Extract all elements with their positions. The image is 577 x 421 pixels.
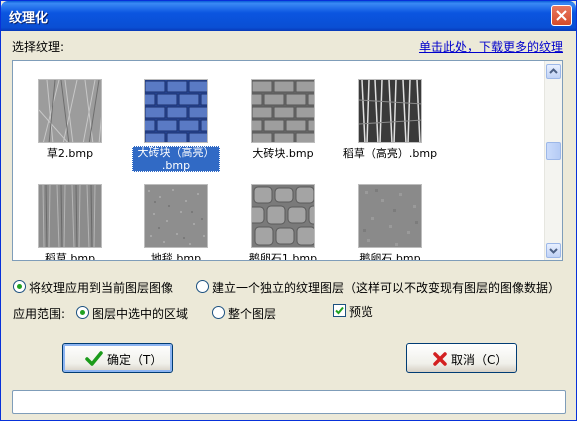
texture-thumb-straw[interactable] xyxy=(38,184,102,248)
preview-label[interactable]: 预览 xyxy=(349,303,373,320)
apply-current-label[interactable]: 将纹理应用到当前图层图像 xyxy=(29,279,173,296)
texture-thumb-carpet[interactable] xyxy=(144,184,208,248)
arrow-down-icon xyxy=(549,248,558,254)
close-button[interactable] xyxy=(551,5,572,26)
texture-caption[interactable]: 稻草（高亮）.bmp xyxy=(335,147,445,160)
texture-caption[interactable]: 地毯.bmp xyxy=(121,252,231,260)
texture-thumb-big-brick[interactable] xyxy=(251,79,315,143)
status-bar xyxy=(12,390,566,414)
texture-caption[interactable]: 稻草.bmp xyxy=(15,252,125,260)
range-whole-label[interactable]: 整个图层 xyxy=(228,305,276,322)
scroll-down-button[interactable] xyxy=(546,243,561,258)
range-selection-label[interactable]: 图层中选中的区域 xyxy=(92,305,188,322)
download-more-link[interactable]: 单击此处，下载更多的纹理 xyxy=(419,38,563,55)
select-texture-label: 选择纹理: xyxy=(12,40,65,54)
range-selection-radio[interactable] xyxy=(76,306,89,319)
texturize-dialog: 纹理化 选择纹理: 单击此处，下载更多的纹理 草2.bmp 大砖块（高亮） .b… xyxy=(0,0,577,421)
texture-thumb-cobblestone1[interactable] xyxy=(251,184,315,248)
preview-checkbox[interactable] xyxy=(333,304,346,317)
close-icon xyxy=(556,10,567,21)
texture-caption-selected[interactable]: 大砖块（高亮） .bmp xyxy=(132,146,220,172)
gallery-scrollbar[interactable] xyxy=(544,61,562,260)
texture-thumb-big-brick-highlight[interactable] xyxy=(144,79,208,143)
green-check-icon xyxy=(85,351,103,366)
range-whole-radio[interactable] xyxy=(212,306,225,319)
texture-caption[interactable]: 草2.bmp xyxy=(15,147,125,160)
cancel-button[interactable]: 取消（C） xyxy=(406,343,517,373)
texture-caption[interactable]: 鹅卵石.bmp xyxy=(335,252,445,260)
scroll-up-button[interactable] xyxy=(546,64,561,79)
ok-button[interactable]: 确定（T） xyxy=(62,343,173,373)
apply-current-radio[interactable] xyxy=(13,280,26,293)
red-x-icon xyxy=(433,352,447,366)
apply-new-layer-radio[interactable] xyxy=(196,280,209,293)
apply-new-layer-label[interactable]: 建立一个独立的纹理图层（这样可以不改变现有图层的图像数据） xyxy=(212,279,560,296)
cancel-label: 取消（C） xyxy=(451,353,508,367)
checkmark-icon xyxy=(335,306,344,315)
texture-thumb-cobblestone[interactable] xyxy=(358,184,422,248)
range-label: 应用范围: xyxy=(13,307,66,321)
window-title: 纹理化 xyxy=(9,11,49,26)
texture-gallery[interactable]: 草2.bmp 大砖块（高亮） .bmp 大砖块.bmp 稻草（高亮）.bmp 稻… xyxy=(12,60,563,261)
arrow-up-icon xyxy=(549,68,558,74)
texture-caption[interactable]: 鹅卵石1.bmp xyxy=(228,252,338,260)
ok-label: 确定（T） xyxy=(107,353,163,367)
title-bar[interactable]: 纹理化 xyxy=(1,1,576,31)
texture-thumb-grass2[interactable] xyxy=(38,79,102,143)
scroll-thumb[interactable] xyxy=(546,142,561,160)
texture-caption[interactable]: 大砖块.bmp xyxy=(228,147,338,160)
texture-thumb-straw-highlight[interactable] xyxy=(358,79,422,143)
